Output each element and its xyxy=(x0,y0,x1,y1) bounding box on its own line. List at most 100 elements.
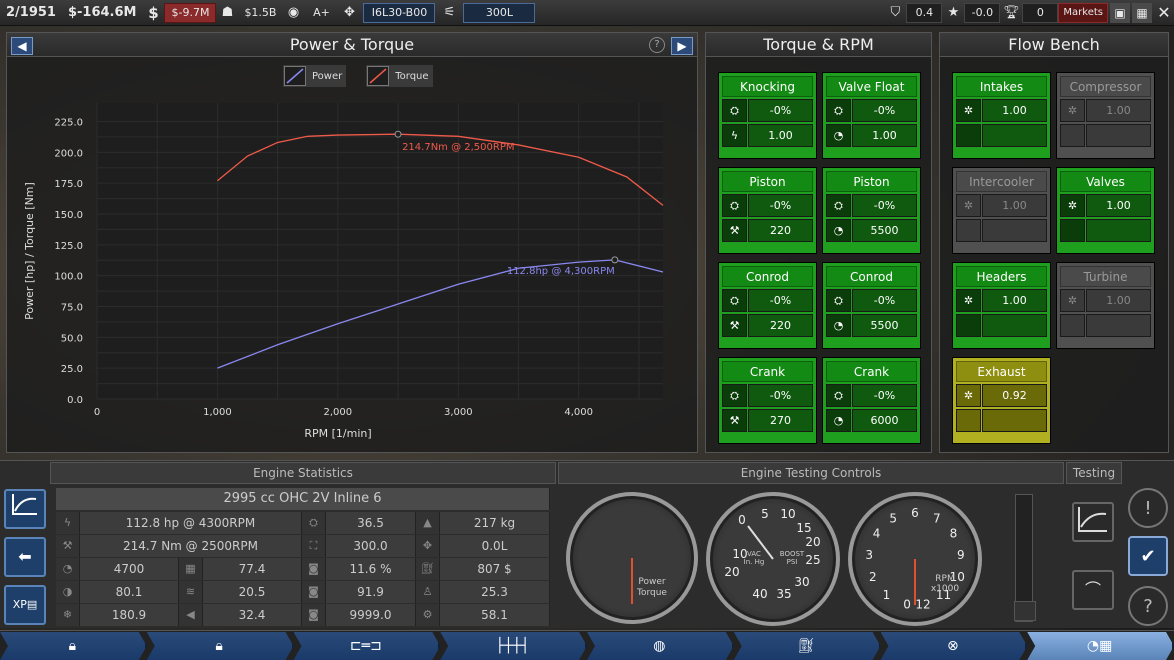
flow-card[interactable]: Intercooler ✲ 1.00 xyxy=(952,167,1051,254)
variant-name[interactable]: 300L xyxy=(463,2,536,23)
person-icon: ♙ xyxy=(416,581,440,603)
gauge-tick-label: 20 xyxy=(724,565,739,579)
xp-button[interactable]: XP▤ xyxy=(4,585,46,625)
exhaust-icon: ⊗ xyxy=(947,638,959,654)
y-tick-label: 100.0 xyxy=(54,272,83,283)
flow-card[interactable]: Intakes ✲ 1.00 xyxy=(952,72,1051,159)
graph-test-button[interactable] xyxy=(1072,502,1114,542)
gauge-unit-label: x1000 xyxy=(931,584,960,594)
footer-nav: 🔒︎ 🔒︎ ⊏═⊐ ├┼┼┤ ◍ ⛽︎ ⊗ ◔▦ xyxy=(0,630,1174,660)
gauge-tick-label: 4 xyxy=(873,527,881,541)
save-icon[interactable]: ▣ xyxy=(1110,2,1130,23)
warning-button[interactable]: ! xyxy=(1128,488,1168,528)
tab-lock-1[interactable]: 🔒︎ xyxy=(0,632,147,660)
tab-testing[interactable]: ◔▦ xyxy=(1027,632,1174,660)
markets-button[interactable]: Markets xyxy=(1058,2,1108,23)
speedometer-icon: ◙ xyxy=(302,581,326,603)
flow-card[interactable]: Headers ✲ 1.00 xyxy=(952,262,1051,349)
card-value-2: 5500 xyxy=(852,314,917,337)
gauge-icon: ◔ xyxy=(826,314,851,337)
torque-card[interactable]: Valve Float ⛭ -0% ◔ 1.00 xyxy=(822,72,921,159)
calculator-icon[interactable]: ▦ xyxy=(1132,2,1152,23)
tab-aspiration[interactable]: ◍ xyxy=(587,632,734,660)
tab-top-end[interactable]: ├┼┼┤ xyxy=(440,632,587,660)
flow-card[interactable]: Exhaust ✲ 0.92 xyxy=(952,357,1051,444)
loan-label[interactable]: $-9.7M xyxy=(164,2,217,23)
engine-icon[interactable]: ◉ xyxy=(282,3,304,23)
gauge-tick-label: 20 xyxy=(805,535,820,549)
throttle-slider[interactable] xyxy=(1014,494,1036,622)
graph-button[interactable] xyxy=(4,489,46,529)
card-title: Compressor xyxy=(1060,76,1151,97)
card-value-1: -0% xyxy=(748,194,813,217)
torque-card[interactable]: Conrod ⛭ -0% ◔ 5500 xyxy=(822,262,921,349)
card-value-1: -0% xyxy=(748,99,813,122)
rating-label: A+ xyxy=(313,6,330,19)
move-icon: ✥ xyxy=(416,535,440,557)
close-icon[interactable]: ✕ xyxy=(1154,3,1174,23)
torque-card[interactable]: Knocking ⛭ -0% ϟ 1.00 xyxy=(718,72,817,159)
flow-card[interactable]: Turbine ✲ 1.00 xyxy=(1056,262,1155,349)
torque-card[interactable]: Crank ⛭ -0% ◔ 6000 xyxy=(822,357,921,444)
empty-slot xyxy=(1086,314,1151,337)
torque-card[interactable]: Piston ⛭ -0% ◔ 5500 xyxy=(822,167,921,254)
legend-torque[interactable]: Torque xyxy=(366,65,433,87)
tab-lock-2[interactable]: 🔒︎ xyxy=(147,632,294,660)
x-tick-label: 4,000 xyxy=(564,407,593,418)
cylinders-icon[interactable]: ✥ xyxy=(338,3,360,23)
speedometer-icon: ◑ xyxy=(56,581,80,603)
slider-knob[interactable] xyxy=(1014,601,1036,621)
gauge-tick-label: 25 xyxy=(805,553,820,567)
stat-value: 217 kg xyxy=(440,512,550,534)
legend-power-label: Power xyxy=(312,70,343,82)
gauge-tick-label: 7 xyxy=(933,512,941,526)
weight-icon: ▲ xyxy=(416,512,440,534)
tab-exhaust[interactable]: ⊗ xyxy=(881,632,1028,660)
card-value-1: -0% xyxy=(852,384,917,407)
peak-marker xyxy=(394,130,402,138)
flow-card[interactable]: Compressor ✲ 1.00 xyxy=(1056,72,1155,159)
prev-arrow-icon[interactable]: ◀ xyxy=(11,37,33,55)
fuel-pump-icon: ⛽︎ xyxy=(797,638,816,654)
card-value-2: 220 xyxy=(748,219,813,242)
plot-area xyxy=(97,103,663,399)
gauge-tick-label: 0 xyxy=(738,513,746,527)
next-arrow-icon[interactable]: ▶ xyxy=(671,37,693,55)
question-icon: ? xyxy=(1143,596,1153,617)
flow-icon: ✲ xyxy=(956,194,981,217)
card-title: Piston xyxy=(722,171,813,192)
torque-card[interactable]: Conrod ⛭ -0% ⚒ 220 xyxy=(718,262,817,349)
tab-bottom-end[interactable]: ⊏═⊐ xyxy=(294,632,441,660)
stats-row: ◑ 80.1 ≋ 20.5 ◙ 91.9 ♙ 25.3 xyxy=(56,581,550,603)
legend-power[interactable]: Power xyxy=(283,65,347,87)
empty-slot xyxy=(956,314,981,337)
torque-card[interactable]: Crank ⛭ -0% ⚒ 270 xyxy=(718,357,817,444)
torque-card[interactable]: Piston ⛭ -0% ⚒ 220 xyxy=(718,167,817,254)
card-title: Intakes xyxy=(956,76,1047,97)
turbo-icon: ◍ xyxy=(653,638,666,654)
shield-icon[interactable]: ⛉ xyxy=(884,3,906,23)
rpm-gauge: 0 1 2 3 4 5 6 7 8 9 10 11 12 RPM x1000 xyxy=(848,492,982,626)
variant-icon[interactable]: ⚟ xyxy=(438,3,460,23)
card-value-1: -0% xyxy=(852,99,917,122)
checkmark-icon: ✔ xyxy=(1140,546,1156,567)
card-value-2: 1.00 xyxy=(852,124,917,147)
dollar-icon[interactable]: $ xyxy=(142,3,164,23)
stat-value: 91.9 xyxy=(326,581,416,603)
flow-card[interactable]: Valves ✲ 1.00 xyxy=(1056,167,1155,254)
graph-icon xyxy=(1078,507,1107,532)
piston-icon: ⛭ xyxy=(302,512,326,534)
power-torque-chart: 0 1,000 2,000 3,000 4,000 0.0 25.0 50.0 75.0 100.… xyxy=(23,103,664,440)
back-button[interactable]: ⬅ xyxy=(4,537,46,577)
card-value: 1.00 xyxy=(982,99,1047,122)
confirm-button[interactable]: ✔ xyxy=(1128,536,1168,576)
trophy-icon[interactable]: 🏆︎ xyxy=(1000,3,1022,23)
people-icon[interactable]: ☗ xyxy=(216,3,238,23)
card-title: Crank xyxy=(826,361,917,382)
star-icon[interactable]: ★ xyxy=(942,3,964,23)
dyno-button[interactable]: ⌒ xyxy=(1072,570,1114,610)
help-button[interactable]: ? xyxy=(1128,586,1168,626)
help-icon[interactable]: ? xyxy=(649,37,665,53)
tab-fuel[interactable]: ⛽︎ xyxy=(734,632,881,660)
family-name[interactable]: I6L30-B00 xyxy=(363,2,436,23)
